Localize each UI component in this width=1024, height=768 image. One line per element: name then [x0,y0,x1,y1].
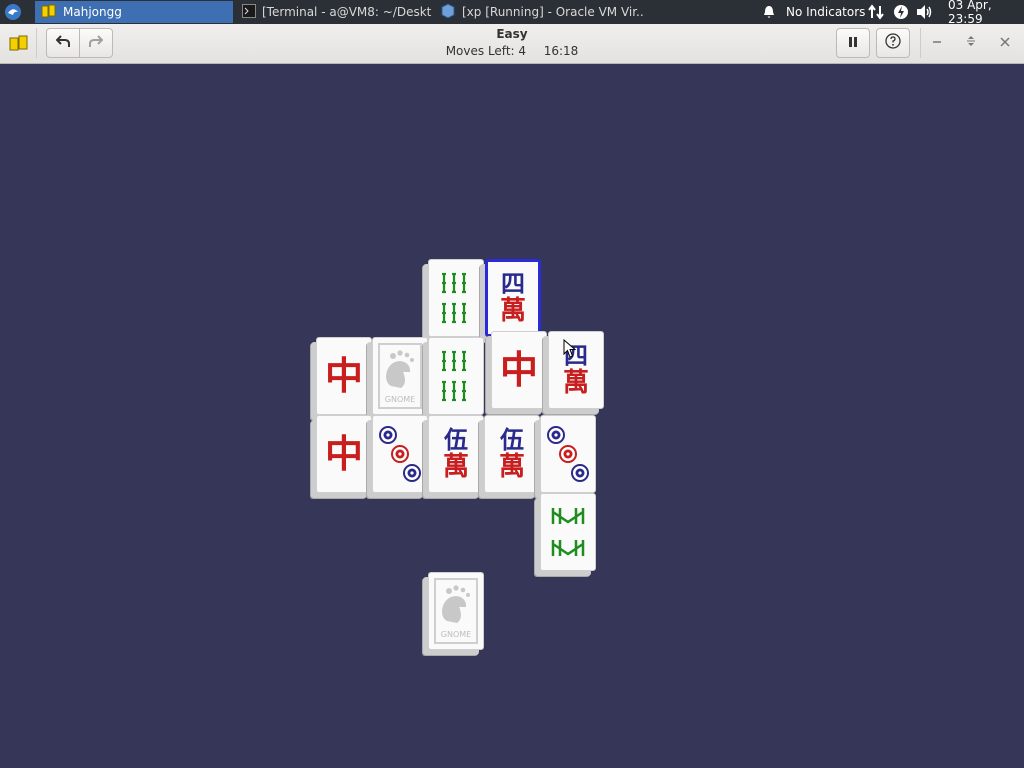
character-glyph: 四 萬 [499,269,526,326]
maximize-button[interactable] [961,33,981,53]
tile-bamboo[interactable] [428,259,484,337]
red-dragon-glyph: 中 [324,431,363,476]
notification-bell-icon[interactable] [762,0,776,24]
tile-gnome[interactable]: GNOME [372,337,428,415]
undo-button[interactable] [46,28,80,58]
number-glyph: 伍 [499,425,524,454]
mahjongg-icon [41,3,57,22]
indicators-label[interactable]: No Indicators [786,0,865,24]
moves-left-value: 4 [518,44,527,58]
bamboo-icon [442,350,466,402]
tile-circle[interactable] [540,415,596,493]
help-button[interactable] [876,28,910,58]
svg-text:GNOME: GNOME [441,630,471,639]
separator [36,28,37,58]
undo-icon [55,34,70,52]
redo-button[interactable] [79,28,113,58]
tile-character[interactable]: 伍 萬 [428,415,484,493]
minimize-icon [932,35,942,51]
window-title: Easy [496,27,528,41]
volume-icon[interactable] [916,0,934,24]
virtualbox-icon [440,2,456,22]
taskbar-item-virtualbox[interactable]: [xp [Running] - Oracle VM Vir... [434,1,644,23]
character-glyph: 伍 萬 [498,425,525,482]
tile-red-dragon[interactable]: 中 [316,337,372,415]
number-glyph: 四 [500,269,525,298]
wan-glyph: 萬 [442,452,469,482]
minimize-button[interactable] [927,33,947,53]
red-dragon-glyph: 中 [499,347,538,392]
taskbar-item-terminal[interactable]: [Terminal - a@VM8: ~/Deskt... [236,1,432,23]
gnome-foot-icon: GNOME [434,578,478,644]
taskbar-item-label: [xp [Running] - Oracle VM Vir... [462,5,644,19]
terminal-icon [242,3,256,21]
tile-character[interactable]: 伍 萬 [484,415,540,493]
app-menu-icon[interactable] [4,3,22,21]
number-glyph: 伍 [443,425,468,454]
network-icon[interactable] [868,0,884,24]
taskbar-item-label: [Terminal - a@VM8: ~/Deskt... [262,5,432,19]
tile-circle[interactable] [372,415,428,493]
wan-glyph: 萬 [499,296,526,326]
wan-glyph: 萬 [562,368,589,398]
pause-button[interactable] [836,28,870,58]
red-dragon-glyph: 中 [324,353,363,398]
tile-bamboo[interactable] [428,337,484,415]
close-button[interactable] [995,33,1015,53]
moves-left-label: Moves Left: [445,44,515,58]
mahjongg-app-icon [9,34,29,56]
power-icon[interactable] [893,0,909,24]
taskbar-item-label: Mahjongg [63,5,122,19]
tile-red-dragon[interactable]: 中 [491,331,547,409]
character-glyph: 伍 萬 [442,425,469,482]
close-icon [1000,35,1010,51]
tile-bamboo-flower[interactable] [540,493,596,571]
tile-red-dragon[interactable]: 中 [316,415,372,493]
elapsed-time: 16:18 [543,44,579,58]
redo-icon [89,34,104,52]
tile-gnome[interactable]: GNOME [428,572,484,650]
help-icon [885,33,901,53]
clock[interactable]: 03 Apr, 23:59 [948,0,1024,26]
tile-character[interactable]: 四 萬 [485,259,541,337]
wan-glyph: 萬 [498,452,525,482]
maximize-icon [966,35,976,51]
circle-dots-icon [379,426,421,482]
svg-text:GNOME: GNOME [385,395,415,404]
header-bar: Easy Moves Left: 4 16:18 [0,24,1024,64]
bamboo-flower-icon [551,508,585,556]
gnome-foot-icon: GNOME [378,343,422,409]
status-line: Moves Left: 4 16:18 [412,43,612,60]
mouse-pointer-icon [563,338,577,363]
separator [920,28,921,58]
circle-dots-icon [547,426,589,482]
top-panel: Mahjongg [Terminal - a@VM8: ~/Deskt... [… [0,0,1024,26]
bamboo-icon [442,272,466,324]
pause-icon [847,34,859,52]
title-block: Easy Moves Left: 4 16:18 [412,26,612,60]
taskbar-item-mahjongg[interactable]: Mahjongg [35,1,233,23]
